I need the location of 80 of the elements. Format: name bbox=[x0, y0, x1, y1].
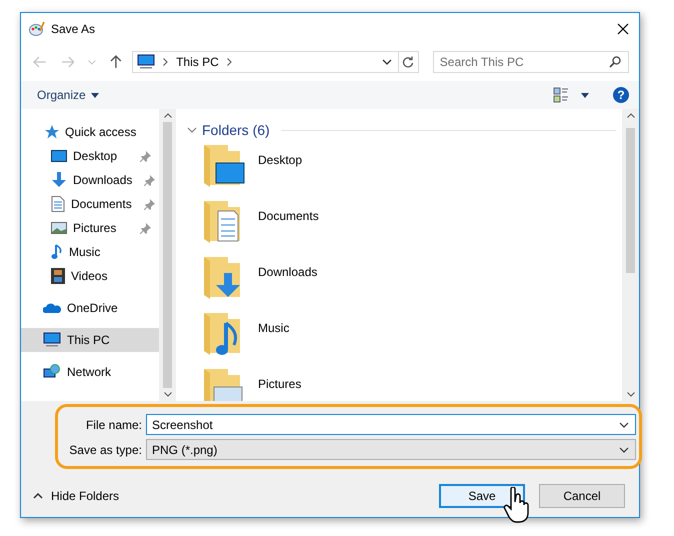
navigation-label: Music bbox=[69, 245, 100, 259]
pin-icon[interactable] bbox=[144, 198, 155, 210]
desktop-icon bbox=[51, 149, 67, 163]
folder-name: Pictures bbox=[258, 377, 302, 391]
navigation-item[interactable]: Documents bbox=[21, 192, 159, 216]
folder-name: Desktop bbox=[258, 153, 302, 167]
navigation-item[interactable]: Downloads bbox=[21, 168, 159, 192]
scroll-down-icon[interactable] bbox=[626, 392, 634, 397]
navigation-item[interactable]: Videos bbox=[21, 264, 159, 288]
music-note-icon bbox=[51, 244, 63, 260]
folder-name: Downloads bbox=[258, 265, 318, 279]
navigation-item[interactable]: Quick access bbox=[21, 120, 159, 144]
navigation-item[interactable]: OneDrive bbox=[21, 296, 159, 320]
navigation-label: Documents bbox=[71, 197, 132, 211]
navigation-item[interactable]: Network bbox=[21, 360, 159, 384]
folder-item[interactable]: Documents bbox=[187, 195, 616, 251]
pin-icon[interactable] bbox=[140, 222, 151, 234]
scroll-up-icon[interactable] bbox=[626, 113, 634, 118]
dropdown-chevron-icon[interactable] bbox=[619, 446, 629, 452]
help-button[interactable]: ? bbox=[613, 87, 629, 103]
hide-folders-button[interactable]: Hide Folders bbox=[33, 489, 120, 503]
refresh-icon[interactable] bbox=[402, 56, 414, 68]
scroll-down-icon[interactable] bbox=[164, 392, 172, 397]
chevron-icon[interactable] bbox=[33, 493, 43, 499]
scrollbar[interactable] bbox=[159, 109, 176, 401]
navigation-item[interactable]: Desktop bbox=[21, 144, 159, 168]
file-name-field[interactable]: Screenshot bbox=[146, 414, 636, 435]
navigation-item[interactable]: Pictures bbox=[21, 216, 159, 240]
palette-icon bbox=[29, 21, 45, 37]
save-button[interactable]: Save bbox=[439, 484, 525, 508]
network-icon bbox=[43, 364, 61, 380]
organize-menu[interactable]: Organize bbox=[37, 88, 99, 102]
navigation-label: Pictures bbox=[73, 221, 116, 235]
navigation-label: This PC bbox=[67, 333, 110, 347]
collapse-chevron-icon[interactable] bbox=[187, 125, 197, 135]
folder-item[interactable]: Music bbox=[187, 307, 616, 363]
computer-icon bbox=[137, 54, 156, 70]
cancel-button[interactable]: Cancel bbox=[539, 484, 625, 508]
navigation-label: Videos bbox=[71, 269, 108, 283]
refresh-button[interactable] bbox=[399, 51, 419, 73]
breadcrumb-chevron-icon[interactable] bbox=[226, 58, 232, 66]
download-arrow-icon bbox=[51, 172, 67, 188]
folder-item[interactable]: Downloads bbox=[187, 251, 616, 307]
window-title: Save As bbox=[51, 22, 96, 36]
folder-item[interactable]: Desktop bbox=[187, 139, 616, 195]
cloud-icon bbox=[43, 302, 61, 314]
group-heading[interactable]: Folders (6) bbox=[202, 122, 270, 138]
file-name-label: File name: bbox=[84, 418, 142, 432]
navigation-label: Desktop bbox=[73, 149, 118, 163]
breadcrumb-chevron-icon[interactable] bbox=[163, 58, 168, 66]
pin-icon[interactable] bbox=[140, 150, 151, 162]
picture-icon bbox=[51, 221, 67, 235]
search-field[interactable]: Search This PC bbox=[432, 51, 629, 73]
scrollbar[interactable] bbox=[622, 109, 639, 401]
view-options-icon[interactable] bbox=[553, 87, 569, 103]
navigation-label: Quick access bbox=[65, 125, 136, 139]
search-icon[interactable] bbox=[609, 56, 621, 68]
computer-icon bbox=[43, 332, 61, 348]
file-type-dropdown[interactable]: PNG (*.png) bbox=[146, 439, 636, 460]
close-icon[interactable] bbox=[617, 23, 629, 35]
scroll-up-icon[interactable] bbox=[164, 113, 172, 118]
star-icon bbox=[43, 124, 59, 140]
dropdown-chevron-icon[interactable] bbox=[619, 422, 629, 428]
caret-icon[interactable] bbox=[90, 92, 99, 98]
navigation-item[interactable]: Music bbox=[21, 240, 159, 264]
dropdown-chevron-icon[interactable] bbox=[382, 59, 392, 65]
dropdown-caret-icon[interactable] bbox=[581, 92, 589, 98]
file-type-label: Save as type: bbox=[68, 442, 142, 456]
folder-name: Music bbox=[258, 321, 290, 335]
up-arrow-icon[interactable] bbox=[110, 55, 122, 69]
breadcrumb-item[interactable]: This PC bbox=[176, 55, 219, 69]
pin-icon[interactable] bbox=[144, 174, 156, 186]
film-strip-icon bbox=[51, 268, 65, 284]
navigation-label: OneDrive bbox=[67, 301, 118, 315]
navigation-label: Downloads bbox=[73, 173, 132, 187]
folder-name: Documents bbox=[258, 209, 319, 223]
navigation-label: Network bbox=[67, 365, 112, 379]
navigation-item[interactable]: This PC bbox=[21, 328, 159, 352]
address-bar[interactable]: This PC bbox=[132, 51, 400, 73]
document-icon bbox=[51, 196, 65, 212]
